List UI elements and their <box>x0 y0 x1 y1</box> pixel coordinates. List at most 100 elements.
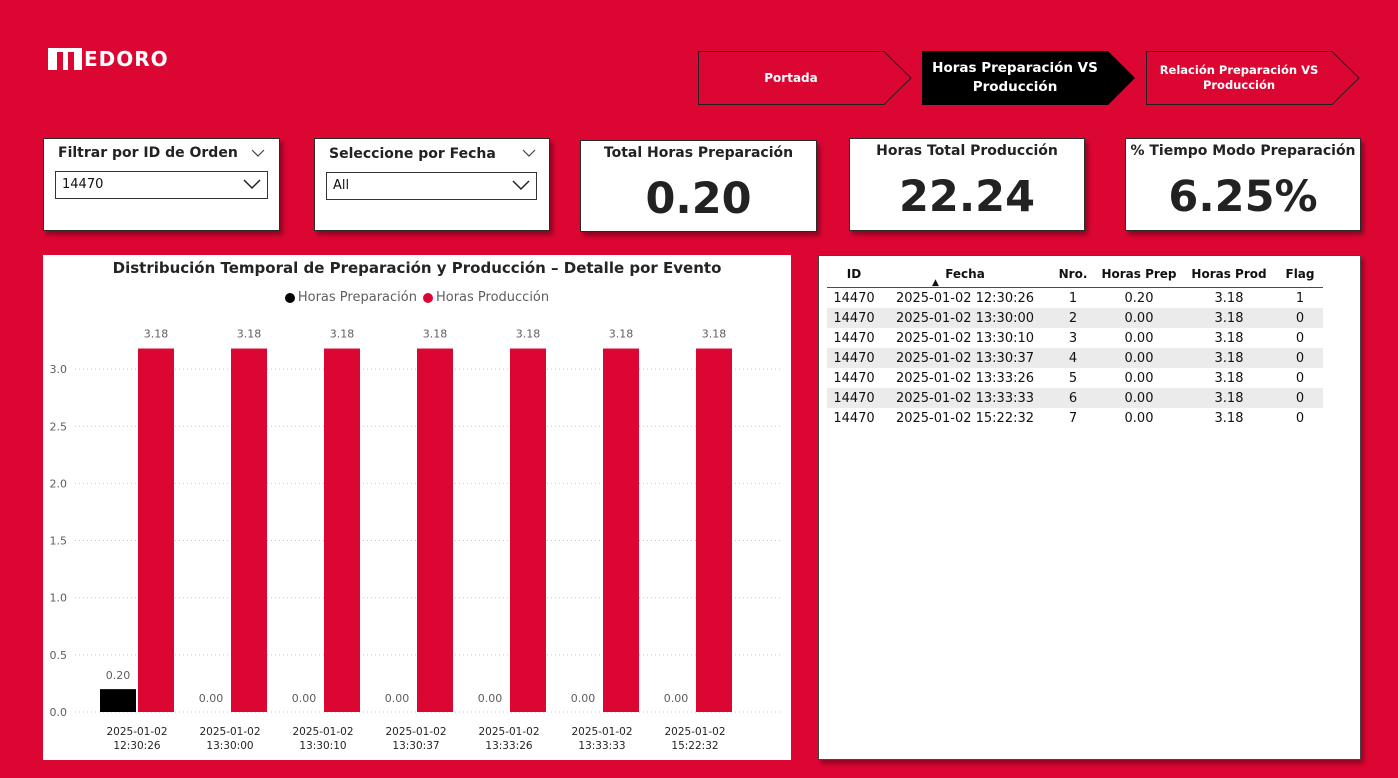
data-label-preparacion: 0.20 <box>106 669 131 682</box>
cell-id: 14470 <box>827 408 881 428</box>
kpi-horas-total-produccion: Horas Total Producción 22.24 <box>849 138 1085 231</box>
events-table: ID Fecha ▲ Nro. Horas Prep Horas Prod Fla… <box>827 261 1323 428</box>
cell-flag: 0 <box>1277 408 1323 428</box>
cell-id: 14470 <box>827 348 881 368</box>
table-row[interactable]: 14470 2025-01-02 15:22:32 7 0.00 3.18 0 <box>827 408 1323 428</box>
nav-portada-label: Portada <box>764 71 818 85</box>
date-value: All <box>333 178 350 193</box>
cell-horas-prod: 3.18 <box>1181 328 1277 348</box>
table-row[interactable]: 14470 2025-01-02 13:30:00 2 0.00 3.18 0 <box>827 308 1323 328</box>
chevron-down-icon[interactable] <box>522 149 536 158</box>
y-tick-label: 2.0 <box>50 477 68 490</box>
nav-relacion-button[interactable]: Relación Preparación VS Producción <box>1146 51 1360 105</box>
table-row[interactable]: 14470 2025-01-02 13:33:33 6 0.00 3.18 0 <box>827 388 1323 408</box>
bar-produccion <box>603 348 639 712</box>
kpi-value: 6.25% <box>1168 172 1318 222</box>
cell-nro: 3 <box>1049 328 1097 348</box>
data-label-produccion: 3.18 <box>237 328 262 341</box>
order-id-dropdown[interactable]: 14470 <box>55 171 268 199</box>
table-row[interactable]: 14470 2025-01-02 13:30:37 4 0.00 3.18 0 <box>827 348 1323 368</box>
cell-horas-prod: 3.18 <box>1181 408 1277 428</box>
date-dropdown[interactable]: All <box>326 172 537 200</box>
y-tick-label: 1.0 <box>50 592 68 605</box>
cell-fecha: 2025-01-02 15:22:32 <box>881 408 1049 428</box>
x-tick-label-time: 12:30:26 <box>113 740 160 752</box>
cell-id: 14470 <box>827 308 881 328</box>
cell-id: 14470 <box>827 388 881 408</box>
y-tick-label: 2.5 <box>50 420 68 433</box>
cell-horas-prod: 3.18 <box>1181 287 1277 308</box>
cell-fecha: 2025-01-02 12:30:26 <box>881 287 1049 308</box>
cell-fecha: 2025-01-02 13:30:00 <box>881 308 1049 328</box>
column-header-nro[interactable]: Nro. <box>1049 261 1097 288</box>
data-label-produccion: 3.18 <box>144 328 169 341</box>
order-id-value: 14470 <box>62 177 104 192</box>
table-row[interactable]: 14470 2025-01-02 13:33:26 5 0.00 3.18 0 <box>827 368 1323 388</box>
kpi-title: Horas Total Producción <box>876 143 1058 159</box>
x-tick-label-time: 13:30:37 <box>392 740 439 752</box>
cell-horas-prep: 0.00 <box>1097 408 1181 428</box>
y-tick-label: 3.0 <box>50 363 68 376</box>
data-label-produccion: 3.18 <box>330 328 355 341</box>
bar-produccion <box>417 348 453 712</box>
cell-horas-prod: 3.18 <box>1181 388 1277 408</box>
date-slicer-title: Seleccione por Fecha <box>329 146 496 162</box>
table-row[interactable]: 14470 2025-01-02 13:30:10 3 0.00 3.18 0 <box>827 328 1323 348</box>
cell-horas-prod: 3.18 <box>1181 368 1277 388</box>
cell-fecha: 2025-01-02 13:33:33 <box>881 388 1049 408</box>
cell-nro: 7 <box>1049 408 1097 428</box>
data-label-produccion: 3.18 <box>609 328 634 341</box>
cell-flag: 1 <box>1277 287 1323 308</box>
column-header-fecha-label: Fecha <box>945 267 985 281</box>
x-tick-label-date: 2025-01-02 <box>571 726 632 738</box>
bar-produccion <box>324 348 360 712</box>
brand-name: EDORO <box>84 47 169 71</box>
cell-horas-prep: 0.00 <box>1097 328 1181 348</box>
cell-horas-prep: 0.20 <box>1097 287 1181 308</box>
order-id-slicer: Filtrar por ID de Orden 14470 <box>43 138 280 231</box>
kpi-tiempo-modo-preparacion: % Tiempo Modo Preparación 6.25% <box>1125 138 1361 231</box>
column-header-id[interactable]: ID <box>827 261 881 288</box>
date-slicer: Seleccione por Fecha All <box>314 138 550 231</box>
y-tick-label: 1.5 <box>50 535 68 548</box>
kpi-title: % Tiempo Modo Preparación <box>1130 143 1356 159</box>
data-label-preparacion: 0.00 <box>478 692 503 705</box>
cell-horas-prod: 3.18 <box>1181 348 1277 368</box>
column-header-horas-prep[interactable]: Horas Prep <box>1097 261 1181 288</box>
logo-mark-icon <box>48 48 82 70</box>
cell-flag: 0 <box>1277 388 1323 408</box>
chevron-down-icon[interactable] <box>251 149 265 158</box>
dropdown-chevron-icon <box>243 179 261 190</box>
nav-portada-button[interactable]: Portada <box>698 51 912 105</box>
cell-fecha: 2025-01-02 13:30:10 <box>881 328 1049 348</box>
column-header-flag[interactable]: Flag <box>1277 261 1323 288</box>
nav-horas-button[interactable]: Horas Preparación VS Producción <box>922 51 1136 105</box>
x-tick-label-time: 13:33:33 <box>578 740 625 752</box>
x-tick-label-date: 2025-01-02 <box>106 726 167 738</box>
cell-fecha: 2025-01-02 13:30:37 <box>881 348 1049 368</box>
data-label-preparacion: 0.00 <box>571 692 596 705</box>
column-header-fecha[interactable]: Fecha ▲ <box>881 261 1049 288</box>
table-header-row: ID Fecha ▲ Nro. Horas Prep Horas Prod Fla… <box>827 261 1323 288</box>
data-label-produccion: 3.18 <box>702 328 727 341</box>
bar-produccion <box>231 348 267 712</box>
column-header-horas-prod[interactable]: Horas Prod <box>1181 261 1277 288</box>
cell-nro: 5 <box>1049 368 1097 388</box>
cell-flag: 0 <box>1277 328 1323 348</box>
cell-flag: 0 <box>1277 348 1323 368</box>
data-label-preparacion: 0.00 <box>385 692 410 705</box>
cell-flag: 0 <box>1277 308 1323 328</box>
data-label-preparacion: 0.00 <box>292 692 317 705</box>
kpi-title: Total Horas Preparación <box>603 145 794 161</box>
kpi-total-horas-preparacion: Total Horas Preparación 0.20 <box>580 140 817 232</box>
cell-nro: 6 <box>1049 388 1097 408</box>
nav-horas-label: Horas Preparación VS Producción <box>932 60 1098 95</box>
x-tick-label-time: 15:22:32 <box>671 740 718 752</box>
table-row[interactable]: 14470 2025-01-02 12:30:26 1 0.20 3.18 1 <box>827 287 1323 308</box>
cell-horas-prod: 3.18 <box>1181 308 1277 328</box>
x-tick-label-date: 2025-01-02 <box>199 726 260 738</box>
kpi-value: 0.20 <box>645 174 752 224</box>
bar-produccion <box>510 348 546 712</box>
dropdown-chevron-icon <box>512 180 530 191</box>
bar-preparacion <box>100 689 136 712</box>
